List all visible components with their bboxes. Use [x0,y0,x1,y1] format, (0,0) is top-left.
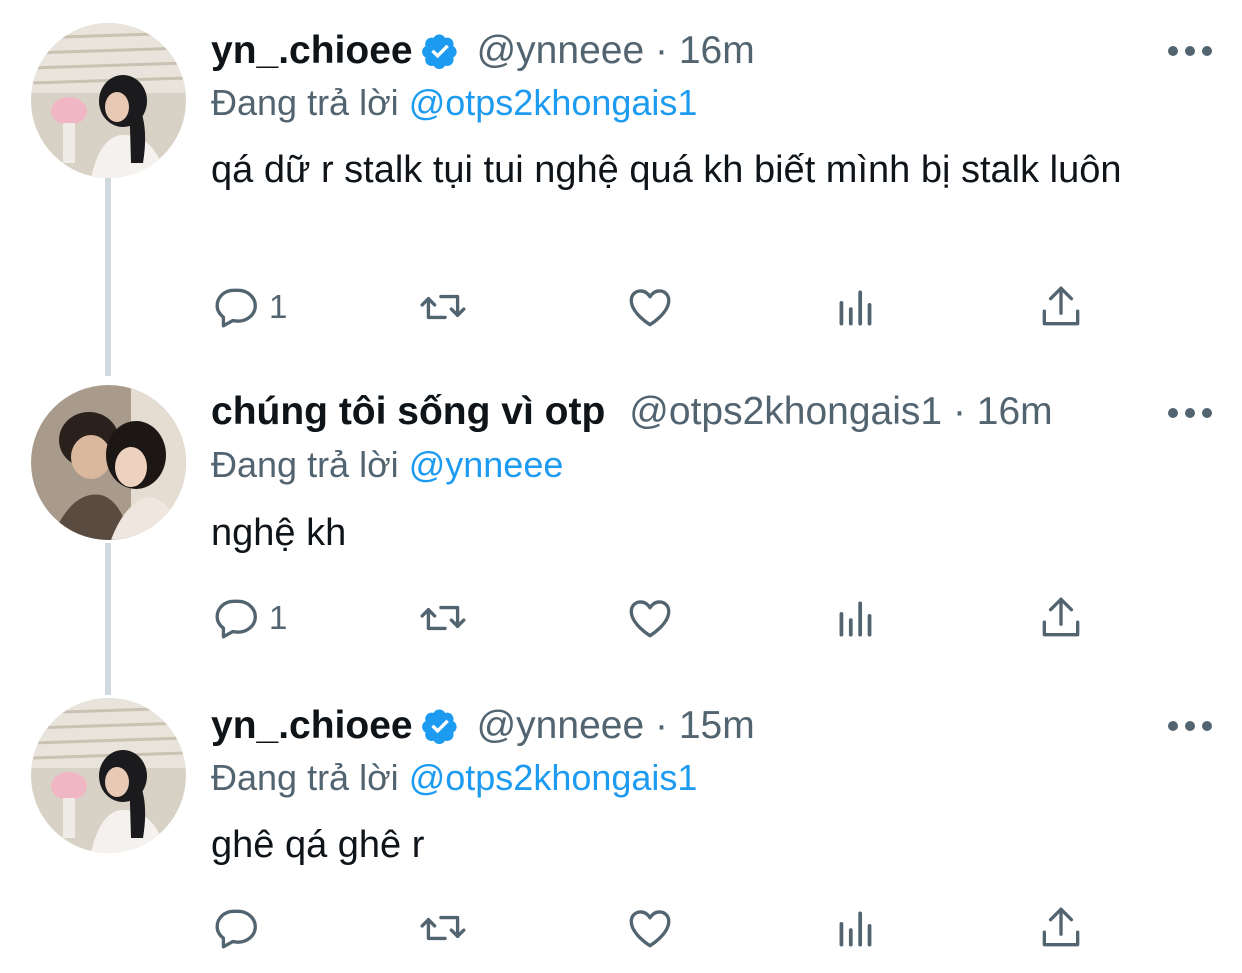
retweet-button[interactable] [418,593,468,643]
separator: · [952,390,966,433]
tweet-header: yn_.chioee @ynneee · 15m [211,700,1202,752]
analytics-icon [839,911,872,947]
analytics-icon [839,601,872,637]
like-icon [629,600,671,638]
reply-button[interactable] [213,903,269,953]
reply-icon [215,909,257,949]
like-icon [629,910,671,948]
like-button[interactable] [625,903,675,953]
share-icon [1042,907,1080,947]
verified-badge-icon [421,34,457,70]
mention-link[interactable]: @otps2khongais1 [409,82,698,123]
avatar[interactable] [31,23,186,178]
like-icon [629,289,671,327]
more-icon[interactable] [1168,403,1212,423]
avatar-image [31,698,186,853]
like-button[interactable] [625,593,675,643]
separator: · [654,29,668,72]
timestamp[interactable]: 16m [679,29,755,72]
analytics-button[interactable] [831,903,881,953]
handle-and-time: @ynneee · 16m [477,29,755,73]
retweet-icon [420,294,466,320]
tweet-text: ghê qá ghê r [211,824,425,866]
handle-and-time: @otps2khongais1 · 16m [629,390,1052,434]
share-button[interactable] [1036,282,1086,332]
action-bar: 1 [0,282,1242,342]
verified-badge-icon [421,709,457,745]
share-icon [1042,286,1080,326]
retweet-icon [420,605,466,631]
tweet[interactable]: chúng tôi sống vì otp @otps2khongais1 · … [0,360,1242,695]
avatar-image [31,23,186,178]
retweet-icon [420,915,466,941]
replying-to: Đang trả lời @otps2khongais1 [211,757,697,799]
tweet[interactable]: yn_.chioee @ynneee · 16m Đang trả lời @o… [0,0,1242,360]
tweet-header: chúng tôi sống vì otp @otps2khongais1 · … [211,386,1202,438]
replying-prefix: Đang trả lời [211,82,399,123]
share-icon [1042,597,1080,637]
more-icon[interactable] [1168,716,1212,736]
reply-icon [215,599,257,639]
replying-prefix: Đang trả lời [211,757,399,798]
tweet[interactable]: yn_.chioee @ynneee · 15m Đang trả lời @o… [0,695,1242,973]
handle[interactable]: @otps2khongais1 [629,390,942,433]
handle[interactable]: @ynneee [477,704,645,747]
reply-button[interactable]: 1 [213,593,287,643]
action-bar [0,903,1242,963]
analytics-button[interactable] [831,593,881,643]
timestamp[interactable]: 16m [977,390,1053,433]
handle[interactable]: @ynneee [477,29,645,72]
display-name[interactable]: chúng tôi sống vì otp [211,390,605,434]
like-button[interactable] [625,282,675,332]
action-bar: 1 [0,593,1242,653]
separator: · [654,704,668,747]
avatar-image [31,385,186,540]
replying-to: Đang trả lời @ynneee [211,444,563,486]
timestamp[interactable]: 15m [679,704,755,747]
tweet-text: nghệ kh [211,512,347,554]
tweet-header: yn_.chioee @ynneee · 16m [211,25,1202,77]
analytics-button[interactable] [831,282,881,332]
retweet-button[interactable] [418,282,468,332]
reply-count: 1 [269,288,288,325]
retweet-button[interactable] [418,903,468,953]
mention-link[interactable]: @ynneee [409,444,564,485]
display-name[interactable]: yn_.chioee [211,29,413,73]
display-name[interactable]: yn_.chioee [211,704,413,748]
reply-icon [215,288,257,328]
more-icon[interactable] [1168,41,1212,61]
handle-and-time: @ynneee · 15m [477,704,755,748]
mention-link[interactable]: @otps2khongais1 [409,757,698,798]
tweet-text: qá dữ r stalk tụi tui nghệ quá kh biết m… [211,149,1122,191]
replying-prefix: Đang trả lời [211,444,399,485]
avatar[interactable] [31,385,186,540]
replying-to: Đang trả lời @otps2khongais1 [211,82,697,124]
share-button[interactable] [1036,593,1086,643]
reply-button[interactable]: 1 [213,282,287,332]
avatar[interactable] [31,698,186,853]
reply-count: 1 [269,599,288,636]
share-button[interactable] [1036,903,1086,953]
analytics-icon [839,290,872,326]
